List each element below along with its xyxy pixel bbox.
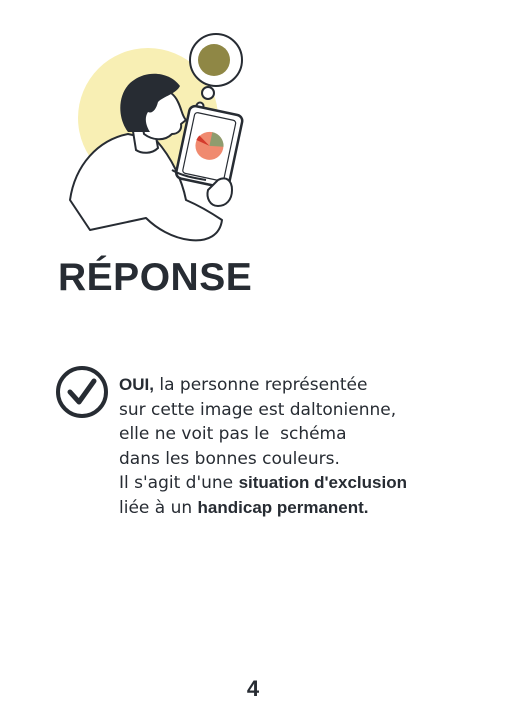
answer-line-1: OUI, la personne représentée [119, 375, 368, 395]
answer-lead: OUI, [119, 375, 154, 394]
answer-line-4: dans les bonnes couleurs. [119, 448, 340, 469]
answer-line-5: Il s'agit d'une situation d'exclusion [119, 473, 407, 494]
page-number: 4 [246, 676, 260, 701]
person-with-tablet-illustration [69, 33, 244, 242]
answer-line-6: liée à un handicap permanent. [119, 497, 369, 518]
answer-line-3: elle ne voit pas le schéma [119, 424, 347, 445]
answer-line-2: sur cette image est daltonienne, [119, 399, 397, 420]
page-title: RÉPONSE [58, 256, 253, 299]
check-circle-icon [56, 366, 108, 418]
answer-text: OUI, la personne représentée sur cette i… [119, 373, 449, 521]
exclusion-emphasis: situation d'exclusion [238, 473, 407, 493]
thought-bubble-dot [198, 44, 230, 76]
handicap-emphasis: handicap permanent. [197, 497, 369, 517]
